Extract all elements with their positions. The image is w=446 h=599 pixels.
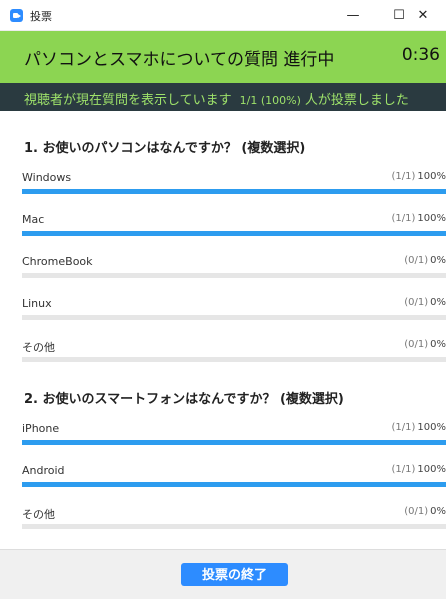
answer-row: Mac (1/1) 100% (22, 213, 446, 243)
question-1-title: 1. お使いのパソコンはなんですか？ (複数選択) (24, 141, 306, 156)
status-message: 視聴者が現在質問を表示しています 1/1 (100%) 人が投票しました (24, 89, 409, 108)
answer-row: Android (1/1) 100% (22, 464, 446, 494)
answer-percent: 100% (417, 422, 446, 433)
answer-count: (1/1) (391, 171, 416, 182)
answer-stats: (0/1) 0% (404, 339, 446, 350)
window-title: 投票 (30, 10, 52, 23)
result-bar-track (22, 357, 446, 362)
answer-stats: (0/1) 0% (404, 297, 446, 308)
answer-label: Windows (22, 171, 72, 184)
answer-percent: 0% (430, 506, 446, 517)
answer-count: (0/1) (404, 255, 429, 266)
poll-timer: 0:36 (401, 45, 440, 65)
question-2-title: 2. お使いのスマートフォンはなんですか？ (複数選択) (24, 392, 344, 407)
footer: 投票の終了 (0, 549, 446, 599)
answer-row: その他 (0/1) 0% (22, 506, 446, 536)
answer-count: (0/1) (404, 339, 429, 350)
result-bar-fill (22, 482, 446, 487)
answer-percent: 100% (417, 464, 446, 475)
answer-row: その他 (0/1) 0% (22, 339, 446, 369)
status-text: 視聴者が現在質問を表示しています (24, 93, 232, 108)
answer-stats: (1/1) 100% (392, 171, 446, 182)
answer-count: (1/1) (391, 422, 416, 433)
result-bar-fill (22, 440, 446, 445)
answer-count: (0/1) (404, 297, 429, 308)
result-bar-fill (22, 231, 446, 236)
result-bar-track (22, 482, 446, 487)
result-bar-fill (22, 189, 446, 194)
answer-stats: (0/1) 0% (404, 506, 446, 517)
title-bar: 投票 — ☐ ✕ (0, 0, 446, 31)
vote-count: 1/1 (100%) (239, 94, 301, 107)
result-bar-track (22, 524, 446, 529)
result-bar-track (22, 315, 446, 320)
result-bar-track (22, 440, 446, 445)
answer-label: Android (22, 464, 65, 477)
answer-row: Windows (1/1) 100% (22, 171, 446, 201)
status-suffix: 人が投票しました (304, 93, 409, 108)
answer-percent: 0% (430, 255, 446, 266)
end-poll-button[interactable]: 投票の終了 (181, 563, 288, 586)
answer-row: iPhone (1/1) 100% (22, 422, 446, 452)
answer-label: Mac (22, 213, 45, 226)
answer-stats: (1/1) 100% (392, 464, 446, 475)
answer-count: (1/1) (391, 464, 416, 475)
answer-stats: (1/1) 100% (392, 213, 446, 224)
result-bar-track (22, 189, 446, 194)
poll-header: パソコンとスマホについての質問 進行中 0:36 (0, 31, 446, 83)
answer-percent: 100% (417, 171, 446, 182)
answer-count: (1/1) (391, 213, 416, 224)
answer-label: iPhone (22, 422, 60, 435)
answer-count: (0/1) (404, 506, 429, 517)
answer-label: ChromeBook (22, 255, 93, 268)
status-bar: 視聴者が現在質問を表示しています 1/1 (100%) 人が投票しました (0, 83, 446, 111)
answer-percent: 100% (417, 213, 446, 224)
close-button[interactable]: ✕ (400, 0, 446, 31)
answer-label: その他 (22, 508, 55, 521)
poll-results: 1. お使いのパソコンはなんですか？ (複数選択) Windows (1/1) 1… (0, 111, 446, 548)
poll-title: パソコンとスマホについての質問 進行中 (24, 50, 335, 70)
answer-stats: (0/1) 0% (404, 255, 446, 266)
answer-percent: 0% (430, 297, 446, 308)
result-bar-track (22, 273, 446, 278)
answer-label: その他 (22, 341, 55, 354)
result-bar-track (22, 231, 446, 236)
answer-stats: (1/1) 100% (392, 422, 446, 433)
minimize-button[interactable]: — (330, 0, 376, 31)
answer-percent: 0% (430, 339, 446, 350)
answer-label: Linux (22, 297, 52, 310)
answer-row: ChromeBook (0/1) 0% (22, 255, 446, 285)
answer-row: Linux (0/1) 0% (22, 297, 446, 327)
zoom-app-icon (10, 9, 23, 22)
